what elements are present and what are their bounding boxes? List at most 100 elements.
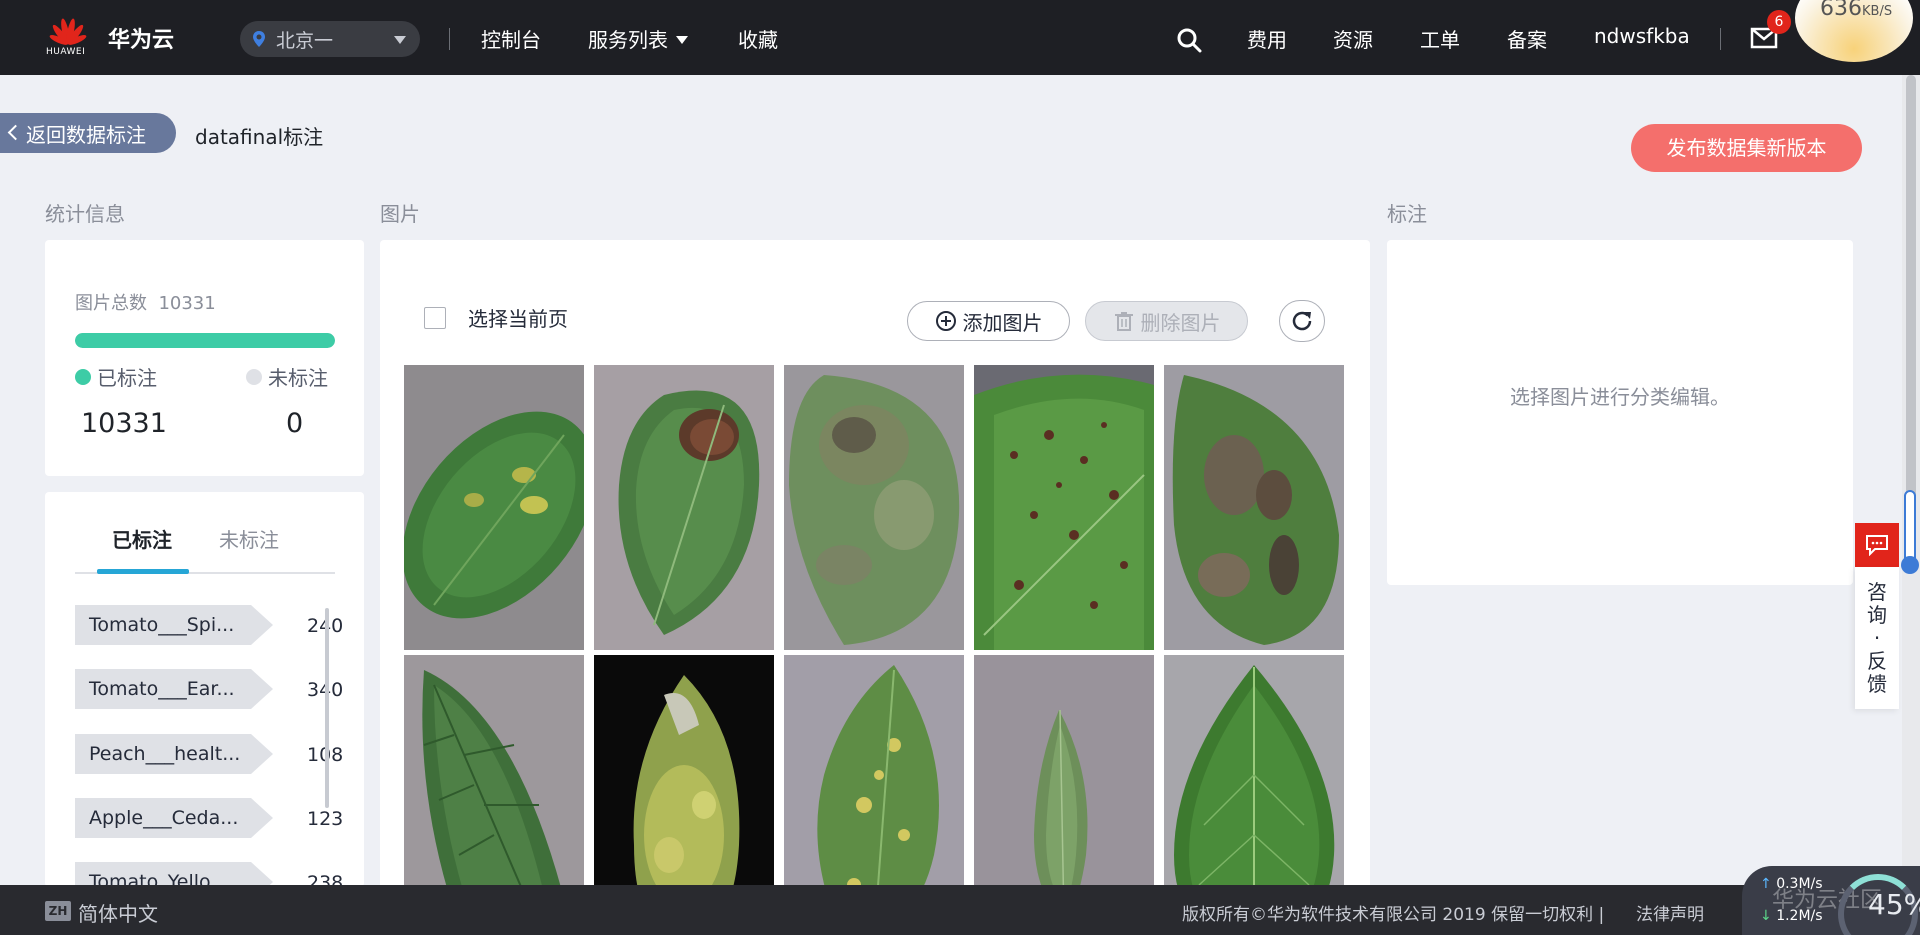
plus-circle-icon [935,311,956,331]
logo-wordmark: HUAWEI [46,47,86,57]
image-thumbnail[interactable] [1164,365,1344,650]
download-speed-value: 1.2 [1776,908,1799,924]
page-title: datafinal标注 [195,125,324,149]
nav-favorites[interactable]: 收藏 [738,24,778,53]
upload-speed: ↑ 0.3M/s [1760,876,1823,892]
stats-section-title: 统计信息 [45,202,125,226]
unlabeled-dot-icon [246,368,262,385]
legend-labeled: 已标注 [75,362,157,391]
image-thumbnail[interactable] [1164,655,1344,900]
divider [1720,28,1721,50]
refresh-button[interactable] [1279,300,1325,342]
select-page-label[interactable]: 选择当前页 [468,303,568,332]
image-thumbnail[interactable] [404,365,584,650]
images-panel: 选择当前页 添加图片 删除图片 [380,240,1370,900]
legend-unlabeled: 未标注 [246,362,328,391]
label-item[interactable]: Tomato_Yello... 238 [75,862,343,887]
chat-icon[interactable] [1855,523,1899,567]
region-label: 北京一 [276,29,334,52]
label-item[interactable]: Tomato___Spi... 240 [75,605,343,645]
back-label: 返回数据标注 [26,122,146,147]
progress-fill [75,333,335,348]
feedback-button[interactable]: 咨询 · 反馈 [1855,567,1899,709]
caret-down-icon [676,36,688,44]
image-thumbnail[interactable] [594,365,774,650]
thermometer-bulb [1901,556,1919,574]
delete-image-button[interactable]: 删除图片 [1085,301,1248,341]
label-item[interactable]: Tomato___Ear... 340 [75,669,343,709]
location-pin-icon [253,31,265,47]
label-tag: Apple___Ceda... [75,798,273,838]
legend-labeled-text: 已标注 [97,366,157,390]
image-thumbnail[interactable] [974,365,1154,650]
tab-active-indicator [97,569,189,574]
language-selector[interactable]: 简体中文 [78,898,158,927]
label-tag: Peach___healt... [75,734,273,774]
image-thumbnail[interactable] [784,365,964,650]
label-item[interactable]: Apple___Ceda... 123 [75,798,343,838]
nav-console[interactable]: 控制台 [481,24,541,53]
copyright-text: 版权所有©华为软件技术有限公司 2019 保留一切权利 | [1182,905,1610,925]
feedback-label: 咨询 · 反馈 [1867,580,1887,696]
page-scrollbar[interactable] [1902,75,1920,885]
chevron-left-icon [7,124,24,141]
nav-resources[interactable]: 资源 [1333,24,1373,53]
usage-percent: 45% [1868,888,1920,921]
region-selector[interactable]: 北京一 [240,21,420,57]
footer: ZH 简体中文 版权所有©华为软件技术有限公司 2019 保留一切权利 | 法律… [0,885,1920,935]
total-label: 图片总数 [75,293,147,314]
speed-readout: 636KB/S [1820,0,1892,21]
nav-service-list[interactable]: 服务列表 [588,24,688,53]
total-value: 10331 [158,293,216,314]
tab-unlabeled[interactable]: 未标注 [219,524,279,553]
image-thumbnail[interactable] [974,655,1154,900]
language-icon[interactable]: ZH [45,901,71,921]
annotation-section-title: 标注 [1387,202,1427,226]
tab-labeled[interactable]: 已标注 [112,524,172,553]
network-speed-widget: 华为云社区 ↑ 0.3M/s ↓ 1.2M/s 45% [1742,866,1920,935]
nav-tickets[interactable]: 工单 [1420,24,1460,53]
image-thumbnail[interactable] [784,655,964,900]
speed-value: 636 [1820,0,1862,21]
legend-unlabeled-text: 未标注 [268,366,328,390]
nav-billing[interactable]: 费用 [1247,24,1287,53]
trash-icon [1114,312,1133,331]
top-nav-bar: HUAWEI 华为云 北京一 控制台 服务列表 收藏 费用 资源 工单 备案 n… [0,0,1920,75]
back-to-labeling-button[interactable]: 返回数据标注 [0,113,176,153]
brand-name[interactable]: 华为云 [108,22,174,54]
labels-card: 已标注 未标注 Tomato___Spi... 240 Tomato___Ear… [45,492,364,887]
annotation-hint: 选择图片进行分类编辑。 [1510,385,1730,409]
label-progress-bar [75,333,335,348]
labeled-dot-icon [75,368,91,385]
image-thumbnail[interactable] [594,655,774,900]
unlabeled-count: 0 [286,408,304,439]
refresh-icon [1292,311,1312,331]
copyright-label: 版权所有©华为软件技术有限公司 2019 保留一切权利 [1182,905,1594,925]
annotation-panel: 选择图片进行分类编辑。 [1387,240,1853,585]
image-thumbnail[interactable] [404,655,584,900]
add-image-button[interactable]: 添加图片 [907,301,1070,341]
notification-badge: 6 [1767,10,1791,34]
download-speed: ↓ 1.2M/s [1760,908,1823,924]
upload-speed-unit: M/s [1798,876,1823,892]
labeled-count: 10331 [81,408,167,439]
add-image-label: 添加图片 [962,310,1043,335]
upload-speed-value: 0.3 [1776,876,1799,892]
label-tag: Tomato___Ear... [75,669,273,709]
user-menu[interactable]: ndwsfkba [1594,24,1690,48]
label-tag: Tomato___Spi... [75,605,273,645]
nav-filing[interactable]: 备案 [1507,24,1547,53]
nav-service-list-label: 服务列表 [588,28,668,52]
page-scrollbar-thumb[interactable] [1906,75,1916,520]
label-item[interactable]: Peach___healt... 108 [75,734,343,774]
publish-dataset-button[interactable]: 发布数据集新版本 [1631,124,1862,172]
search-icon[interactable] [1176,27,1202,53]
label-list-scrollbar[interactable] [325,608,329,808]
speed-unit: KB/S [1862,4,1893,19]
label-count: 123 [307,808,344,830]
divider [449,28,450,50]
stats-card: 图片总数 10331 已标注 未标注 10331 0 [45,240,364,476]
legal-link[interactable]: 法律声明 [1636,900,1704,925]
arrow-down-icon: ↓ [1760,908,1772,924]
select-page-checkbox[interactable] [424,307,446,329]
